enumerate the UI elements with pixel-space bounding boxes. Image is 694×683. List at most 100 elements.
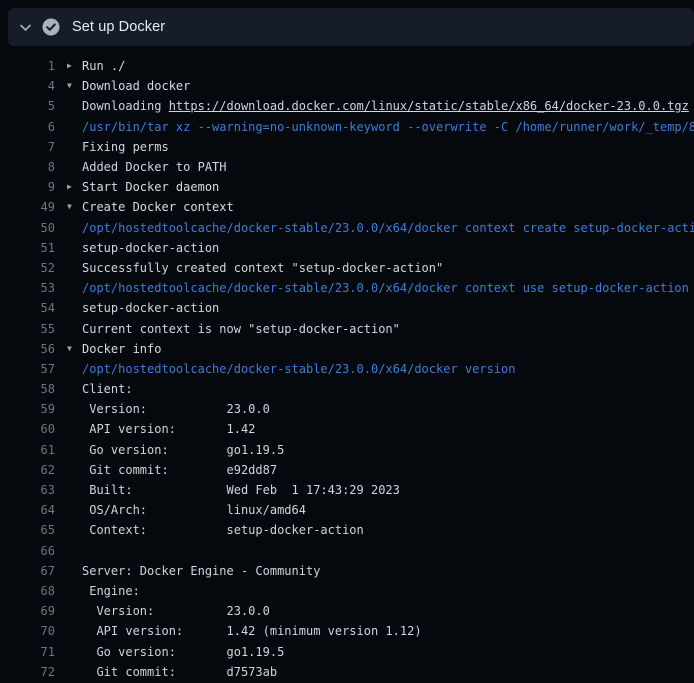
chevron-right-icon[interactable]: ▶ bbox=[67, 177, 82, 197]
log-text: setup-docker-action bbox=[82, 241, 219, 255]
log-text: Server: Docker Engine - Community bbox=[82, 564, 320, 578]
line-number[interactable]: 56 bbox=[0, 342, 55, 356]
log-text: Version: 23.0.0 bbox=[82, 402, 270, 416]
line-number[interactable]: 65 bbox=[0, 523, 55, 537]
line-number[interactable]: 53 bbox=[0, 281, 55, 295]
group-title[interactable]: Download docker bbox=[82, 79, 190, 93]
log-text: Engine: bbox=[82, 584, 140, 598]
group-title[interactable]: Run ./ bbox=[82, 59, 125, 73]
line-number[interactable]: 6 bbox=[0, 120, 55, 134]
line-number[interactable]: 72 bbox=[0, 665, 55, 679]
line-number[interactable]: 50 bbox=[0, 221, 55, 235]
step-header[interactable]: Set up Docker bbox=[8, 8, 694, 46]
log-line: 63 Built: Wed Feb 1 17:43:29 2023 bbox=[0, 480, 694, 500]
line-number[interactable]: 66 bbox=[0, 544, 55, 558]
line-number[interactable]: 69 bbox=[0, 604, 55, 618]
log-line: 53/opt/hostedtoolcache/docker-stable/23.… bbox=[0, 278, 694, 298]
log-line: 72 Git commit: d7573ab bbox=[0, 662, 694, 682]
line-number[interactable]: 52 bbox=[0, 261, 55, 275]
log-line: 54 setup-docker-action bbox=[0, 298, 694, 318]
log-text: OS/Arch: linux/amd64 bbox=[82, 503, 306, 517]
log-text: Client: bbox=[82, 382, 133, 396]
log-line: 57/opt/hostedtoolcache/docker-stable/23.… bbox=[0, 359, 694, 379]
log-line: 56 ▼Docker info bbox=[0, 339, 694, 359]
log-link[interactable]: https://download.docker.com/linux/static… bbox=[169, 99, 689, 113]
line-number[interactable]: 71 bbox=[0, 645, 55, 659]
line-number[interactable]: 1 bbox=[0, 59, 55, 73]
log-text: Git commit: e92dd87 bbox=[82, 463, 277, 477]
line-number[interactable]: 64 bbox=[0, 503, 55, 517]
log-text: API version: 1.42 bbox=[82, 422, 255, 436]
log-line: 68 Engine: bbox=[0, 581, 694, 601]
group-title[interactable]: Create Docker context bbox=[82, 200, 234, 214]
log-command: /usr/bin/tar xz --warning=no-unknown-key… bbox=[82, 120, 694, 134]
line-number[interactable]: 49 bbox=[0, 200, 55, 214]
log-line: 70 API version: 1.42 (minimum version 1.… bbox=[0, 621, 694, 641]
log-text: API version: 1.42 (minimum version 1.12) bbox=[82, 624, 422, 638]
group-title[interactable]: Start Docker daemon bbox=[82, 180, 219, 194]
line-number[interactable]: 68 bbox=[0, 584, 55, 598]
line-number[interactable]: 9 bbox=[0, 180, 55, 194]
log-line: 4 ▼Download docker bbox=[0, 76, 694, 96]
line-number[interactable]: 59 bbox=[0, 402, 55, 416]
line-number[interactable]: 55 bbox=[0, 322, 55, 336]
log-text: Downloading bbox=[82, 99, 169, 113]
log-line: 66 bbox=[0, 541, 694, 561]
log-text: Built: Wed Feb 1 17:43:29 2023 bbox=[82, 483, 400, 497]
log-text: Version: 23.0.0 bbox=[82, 604, 270, 618]
log-line: 8 Added Docker to PATH bbox=[0, 157, 694, 177]
log-text: Fixing perms bbox=[82, 140, 169, 154]
line-number[interactable]: 58 bbox=[0, 382, 55, 396]
line-number[interactable]: 70 bbox=[0, 624, 55, 638]
log-line: 65 Context: setup-docker-action bbox=[0, 520, 694, 540]
chevron-down-icon[interactable]: ▼ bbox=[67, 197, 82, 217]
log-text: Go version: go1.19.5 bbox=[82, 645, 284, 659]
line-number[interactable]: 62 bbox=[0, 463, 55, 477]
group-title[interactable]: Docker info bbox=[82, 342, 161, 356]
log-viewer: 1▶Run ./4▼Download docker5Downloading ht… bbox=[0, 56, 694, 682]
log-line: 59 Version: 23.0.0 bbox=[0, 399, 694, 419]
chevron-down-icon[interactable] bbox=[18, 20, 32, 34]
log-line: 62 Git commit: e92dd87 bbox=[0, 460, 694, 480]
log-line: 64 OS/Arch: linux/amd64 bbox=[0, 500, 694, 520]
log-text: Successfully created context "setup-dock… bbox=[82, 261, 443, 275]
log-line: 51 setup-docker-action bbox=[0, 238, 694, 258]
log-line: 52 Successfully created context "setup-do… bbox=[0, 258, 694, 278]
log-line: 1 ▶Run ./ bbox=[0, 56, 694, 76]
line-number[interactable]: 54 bbox=[0, 301, 55, 315]
line-number[interactable]: 4 bbox=[0, 79, 55, 93]
line-number[interactable]: 61 bbox=[0, 443, 55, 457]
log-text: Context: setup-docker-action bbox=[82, 523, 364, 537]
line-number[interactable]: 60 bbox=[0, 422, 55, 436]
line-number[interactable]: 5 bbox=[0, 99, 55, 113]
chevron-right-icon[interactable]: ▶ bbox=[67, 56, 82, 76]
log-text: Git commit: d7573ab bbox=[82, 665, 277, 679]
log-text: setup-docker-action bbox=[82, 301, 219, 315]
log-line: 6/usr/bin/tar xz --warning=no-unknown-ke… bbox=[0, 117, 694, 137]
log-line: 49 ▼Create Docker context bbox=[0, 197, 694, 217]
log-text: Added Docker to PATH bbox=[82, 160, 227, 174]
log-line: 5 Downloading https://download.docker.com… bbox=[0, 96, 694, 116]
line-number[interactable]: 8 bbox=[0, 160, 55, 174]
chevron-down-icon[interactable]: ▼ bbox=[67, 339, 82, 359]
log-text: Current context is now "setup-docker-act… bbox=[82, 322, 400, 336]
log-text: Go version: go1.19.5 bbox=[82, 443, 284, 457]
chevron-down-icon[interactable]: ▼ bbox=[67, 76, 82, 96]
log-line: 60 API version: 1.42 bbox=[0, 419, 694, 439]
line-number[interactable]: 67 bbox=[0, 564, 55, 578]
log-command: /opt/hostedtoolcache/docker-stable/23.0.… bbox=[82, 221, 694, 235]
step-title: Set up Docker bbox=[72, 19, 165, 35]
log-line: 61 Go version: go1.19.5 bbox=[0, 440, 694, 460]
line-number[interactable]: 63 bbox=[0, 483, 55, 497]
check-circle-icon bbox=[42, 18, 60, 36]
log-line: 55 Current context is now "setup-docker-a… bbox=[0, 318, 694, 338]
line-number[interactable]: 7 bbox=[0, 140, 55, 154]
line-number[interactable]: 57 bbox=[0, 362, 55, 376]
log-command: /opt/hostedtoolcache/docker-stable/23.0.… bbox=[82, 362, 515, 376]
log-line: 9 ▶Start Docker daemon bbox=[0, 177, 694, 197]
log-line: 50/opt/hostedtoolcache/docker-stable/23.… bbox=[0, 218, 694, 238]
line-number[interactable]: 51 bbox=[0, 241, 55, 255]
log-line: 71 Go version: go1.19.5 bbox=[0, 641, 694, 661]
log-command: /opt/hostedtoolcache/docker-stable/23.0.… bbox=[82, 281, 689, 295]
log-line: 7 Fixing perms bbox=[0, 137, 694, 157]
